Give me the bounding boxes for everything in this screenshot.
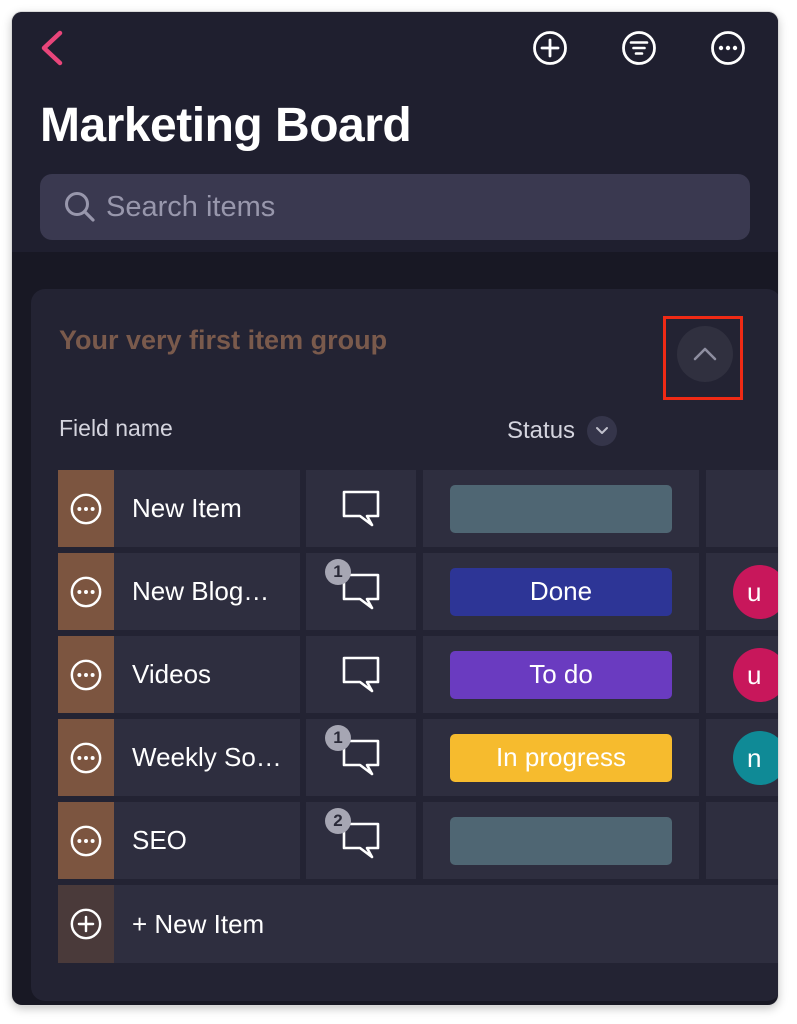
item-person-cell[interactable]: [706, 802, 778, 879]
item-status-cell[interactable]: To do: [423, 636, 699, 713]
item-status-cell[interactable]: [423, 470, 699, 547]
table-row: Videos To do u: [58, 636, 778, 713]
avatar: n: [733, 731, 778, 785]
plus-circle-icon[interactable]: [532, 30, 568, 66]
page-title: Marketing Board: [40, 99, 412, 152]
chevron-left-icon[interactable]: [36, 28, 72, 68]
new-item-label: + New Item: [114, 885, 778, 963]
ellipsis-circle-icon: [70, 659, 102, 690]
item-name[interactable]: New Item: [114, 470, 300, 547]
search-bar[interactable]: [40, 174, 750, 240]
app-frame: Marketing Board Your very first item gro…: [12, 12, 778, 1005]
ellipsis-circle-icon[interactable]: [710, 30, 746, 66]
item-status-cell[interactable]: Done: [423, 553, 699, 630]
new-item-button[interactable]: + New Item: [58, 885, 778, 963]
item-menu-button[interactable]: [58, 636, 114, 713]
avatar: u: [733, 565, 778, 619]
plus-circle-icon: [70, 908, 102, 940]
item-name[interactable]: New Blog…: [114, 553, 300, 630]
ellipsis-circle-icon: [70, 742, 102, 773]
status-label: In progress: [450, 733, 672, 782]
item-group-card: Your very first item group Field name St…: [31, 289, 778, 1001]
chevron-down-icon: [596, 427, 609, 434]
comment-count-badge: 2: [325, 807, 351, 834]
table-row: New Blog… 1 Done u: [58, 553, 778, 630]
comment-icon: [342, 656, 380, 692]
item-menu-button[interactable]: [58, 470, 114, 547]
comment-icon: [342, 490, 380, 526]
item-menu-button[interactable]: [58, 719, 114, 796]
item-person-cell[interactable]: n: [706, 719, 778, 796]
item-person-cell[interactable]: u: [706, 636, 778, 713]
group-title[interactable]: Your very first item group: [59, 325, 387, 356]
column-header-field-name[interactable]: Field name: [59, 415, 173, 442]
ellipsis-circle-icon: [70, 576, 102, 607]
item-menu-button[interactable]: [58, 802, 114, 879]
ellipsis-circle-icon: [70, 825, 102, 856]
item-name[interactable]: SEO: [114, 802, 300, 879]
column-header-status-label: Status: [507, 417, 576, 444]
item-updates-button[interactable]: 1: [306, 719, 416, 796]
filter-icon[interactable]: [621, 30, 657, 66]
item-menu-button[interactable]: [58, 553, 114, 630]
status-sort-button[interactable]: [587, 416, 618, 446]
item-name[interactable]: Videos: [114, 636, 300, 713]
comment-count-badge: 1: [325, 558, 351, 585]
search-input[interactable]: [106, 177, 750, 237]
status-label: To do: [450, 650, 672, 699]
add-item-handle: [58, 885, 114, 963]
item-status-cell[interactable]: [423, 802, 699, 879]
table-row: SEO 2: [58, 802, 778, 879]
comment-count-badge: 1: [325, 724, 351, 751]
status-label: [450, 484, 672, 533]
collapse-group-button[interactable]: [677, 326, 733, 382]
item-updates-button[interactable]: 1: [306, 553, 416, 630]
item-person-cell[interactable]: u: [706, 553, 778, 630]
table-row: Weekly So… 1 In progress n: [58, 719, 778, 796]
board-header: Marketing Board: [12, 12, 778, 252]
item-person-cell[interactable]: [706, 470, 778, 547]
avatar: u: [733, 648, 778, 702]
status-label: Done: [450, 567, 672, 616]
search-icon: [65, 192, 95, 222]
item-status-cell[interactable]: In progress: [423, 719, 699, 796]
item-updates-button[interactable]: [306, 470, 416, 547]
ellipsis-circle-icon: [70, 493, 102, 524]
column-header-status[interactable]: Status: [507, 416, 618, 446]
table-row: New Item: [58, 470, 778, 547]
chevron-up-icon: [693, 347, 717, 361]
item-name[interactable]: Weekly So…: [114, 719, 300, 796]
status-label: [450, 816, 672, 865]
item-updates-button[interactable]: 2: [306, 802, 416, 879]
item-updates-button[interactable]: [306, 636, 416, 713]
